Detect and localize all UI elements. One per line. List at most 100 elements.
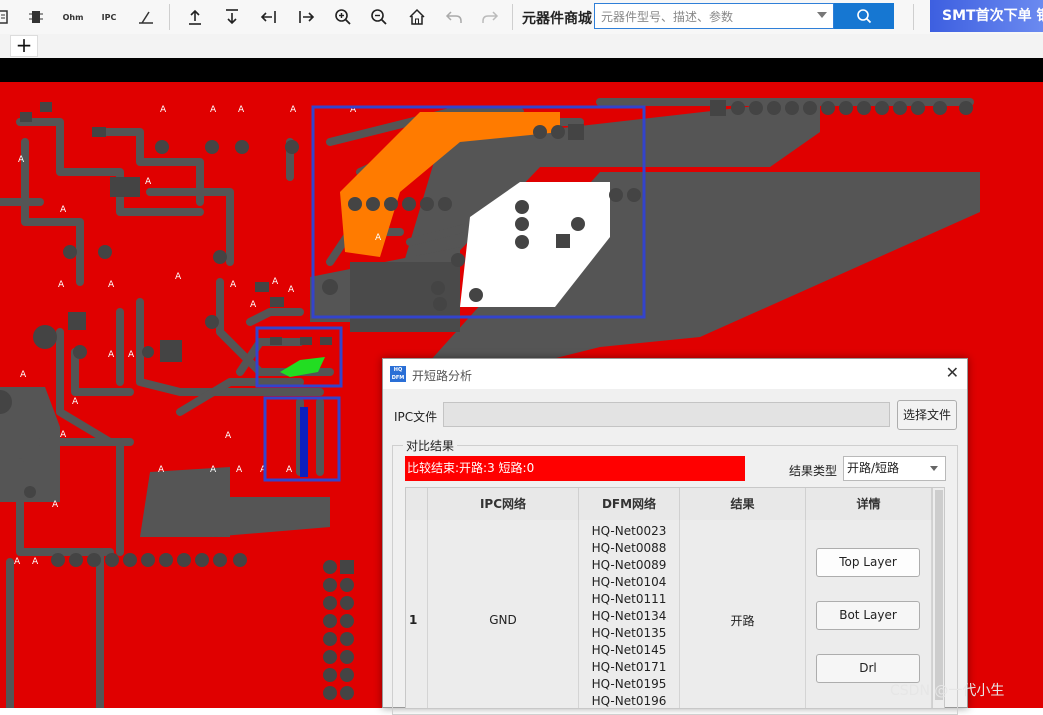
row-index: 1 [406, 520, 428, 708]
upload-icon[interactable] [182, 5, 208, 29]
measure-icon[interactable] [133, 5, 159, 29]
watermark: CSDN @一代小生 [890, 683, 1005, 699]
copper-pour [165, 497, 330, 537]
chevron-down-icon [930, 466, 938, 471]
pcb-marker: A [288, 285, 295, 295]
dfm-net-item: HQ-Net0195 [591, 677, 667, 691]
pcb-marker: A [52, 500, 59, 510]
column-header-dfm-net: DFM网络 [579, 488, 680, 520]
table-scrollbar[interactable] [932, 488, 944, 708]
home-icon[interactable] [404, 5, 430, 29]
component-search-input[interactable] [599, 5, 813, 29]
pcb-marker: A [18, 155, 25, 165]
pcb-marker: A [108, 350, 115, 360]
ohm-icon[interactable]: Ohm [60, 5, 86, 29]
bot-layer-button[interactable]: Bot Layer [816, 601, 920, 630]
pcb-marker: A [520, 261, 527, 271]
dialog-title: 开短路分析 [412, 369, 473, 383]
pcb-marker: A [225, 431, 232, 441]
blue-trace [300, 407, 308, 477]
column-header-index [406, 488, 428, 520]
pcb-marker: A [158, 465, 165, 475]
pcb-marker: A [108, 280, 115, 290]
ipc-file-label: IPC文件 [394, 410, 438, 424]
chip-icon[interactable] [23, 5, 49, 29]
zoom-in-icon[interactable] [330, 5, 356, 29]
download-icon[interactable] [219, 5, 245, 29]
dfm-net-item: HQ-Net0135 [591, 626, 667, 640]
pcb-marker: A [230, 280, 237, 290]
choose-file-button[interactable]: 选择文件 [897, 400, 957, 430]
pcb-marker: A [175, 272, 182, 282]
dialog-titlebar[interactable]: HQ DFM 开短路分析 ✕ [383, 359, 967, 389]
column-header-details: 详情 [806, 488, 932, 520]
dfm-net-item: HQ-Net0196 [591, 694, 667, 708]
tab-bar: + [0, 34, 1043, 58]
pcb-marker: A [128, 350, 135, 360]
zoom-out-icon[interactable] [366, 5, 392, 29]
undo-icon[interactable] [441, 5, 467, 29]
pcb-marker: A [210, 105, 217, 115]
result-table: IPC网络 DFM网络 结果 详情 1 GND HQ-Net0023 HQ-Ne… [405, 487, 945, 709]
pcb-marker: A [375, 233, 382, 243]
component-search[interactable] [594, 3, 834, 29]
pcb-marker: A [72, 397, 79, 407]
dfm-net-item: HQ-Net0104 [591, 575, 667, 589]
toolbar-separator [913, 4, 914, 30]
dfm-net-item: HQ-Net0088 [591, 541, 667, 555]
table-row[interactable]: 1 GND HQ-Net0023 HQ-Net0088 HQ-Net0089 H… [406, 520, 932, 708]
pcb-marker: A [238, 105, 245, 115]
comparison-result-label: 对比结果 [403, 437, 458, 454]
scrollbar-thumb[interactable] [935, 490, 943, 700]
ipc-icon[interactable]: IPC [96, 5, 122, 29]
toolbar-separator [512, 4, 513, 30]
search-icon [857, 9, 872, 24]
pcb-marker: A [210, 465, 217, 475]
ipc-file-path-field[interactable] [443, 402, 890, 427]
pcb-marker: A [14, 557, 21, 567]
pcb-marker: A [236, 465, 243, 475]
component-store-title[interactable]: 元器件商城 [522, 8, 592, 28]
main-toolbar: Ohm IPC 元器件商城 SMT首次下单 钢 [0, 0, 1043, 35]
dfm-net-item: HQ-Net0023 [591, 524, 667, 538]
open-short-analysis-dialog: HQ DFM 开短路分析 ✕ IPC文件 选择文件 对比结果 比较结束:开路:3… [382, 358, 968, 715]
dfm-net-item: HQ-Net0089 [591, 558, 667, 572]
add-tab-button[interactable]: + [10, 35, 38, 57]
drl-button[interactable]: Drl [816, 654, 920, 683]
result-type-label: 结果类型 [789, 464, 838, 478]
table-header: IPC网络 DFM网络 结果 详情 [406, 488, 932, 521]
part-icon[interactable] [0, 5, 16, 29]
pcb-marker: A [60, 430, 67, 440]
pcb-marker: A [474, 268, 481, 278]
pcb-marker: A [145, 177, 152, 187]
search-button[interactable] [834, 3, 894, 29]
top-layer-button[interactable]: Top Layer [816, 548, 920, 577]
pcb-marker: A [290, 105, 297, 115]
pcb-marker: A [286, 465, 293, 475]
dfm-net-item: HQ-Net0134 [591, 609, 667, 623]
align-left-icon[interactable] [256, 5, 282, 29]
ic-package [350, 262, 460, 332]
ipc-icon-text: IPC [101, 12, 117, 22]
smt-promo-banner[interactable]: SMT首次下单 钢 [930, 0, 1043, 32]
column-header-result: 结果 [680, 488, 806, 520]
align-right-icon[interactable] [293, 5, 319, 29]
result-type-select[interactable]: 开路/短路 [843, 456, 946, 481]
result-summary: 比较结束:开路:3 短路:0 [405, 456, 745, 481]
dfm-net-cell: HQ-Net0023 HQ-Net0088 HQ-Net0089 HQ-Net0… [579, 520, 680, 708]
pcb-marker: A [272, 277, 279, 287]
pcb-marker: A [160, 105, 167, 115]
result-type-value: 开路/短路 [847, 461, 900, 475]
close-icon[interactable]: ✕ [946, 363, 959, 382]
chevron-down-icon[interactable] [817, 12, 827, 18]
toolbar-separator [169, 4, 170, 30]
dfm-net-item: HQ-Net0111 [591, 592, 667, 606]
pcb-marker: A [32, 557, 39, 567]
pcb-marker: A [58, 280, 65, 290]
redo-icon[interactable] [477, 5, 503, 29]
pcb-marker: A [60, 205, 67, 215]
highlight-box [255, 326, 343, 388]
dfm-net-item: HQ-Net0171 [591, 660, 667, 674]
pcb-marker: A [250, 300, 257, 310]
dfm-net-item: HQ-Net0145 [591, 643, 667, 657]
